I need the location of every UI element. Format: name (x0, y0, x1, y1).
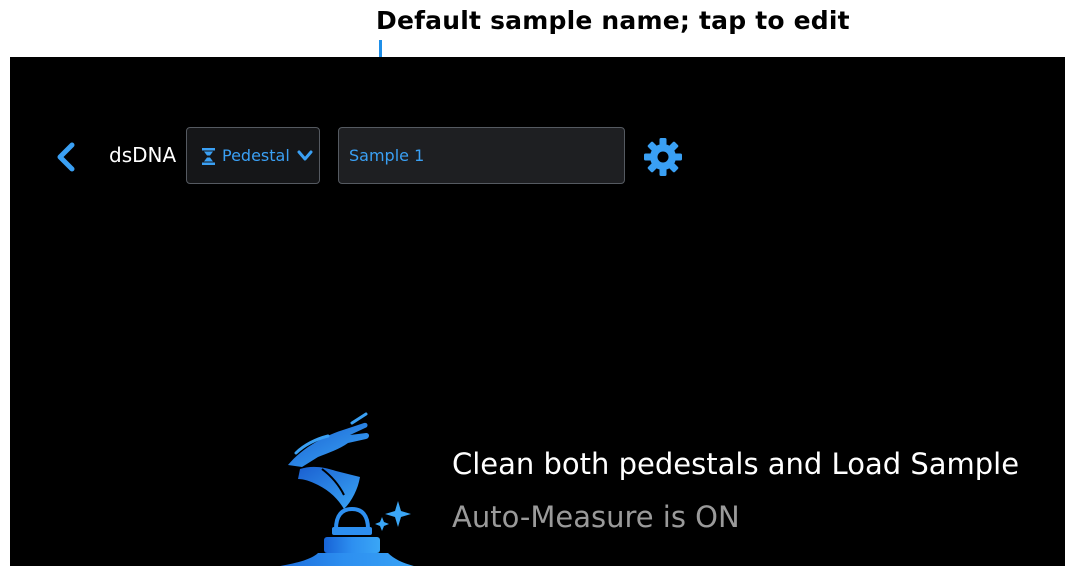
callout-label: Default sample name; tap to edit (376, 6, 850, 35)
sample-name-value: Sample 1 (349, 146, 425, 165)
assay-name: dsDNA (109, 143, 177, 167)
chevron-down-icon (297, 150, 313, 161)
pedestal-mode-select[interactable]: Pedestal (186, 127, 320, 184)
instrument-screen: dsDNA Pedestal Sample 1 Clean both pedes… (10, 57, 1065, 566)
pedestal-icon (202, 148, 215, 165)
gear-icon[interactable] (643, 137, 683, 177)
instruction-message: Clean both pedestals and Load Sample (452, 447, 1020, 481)
page: Default sample name; tap to edit dsDNA P… (0, 0, 1065, 566)
chevron-left-icon[interactable] (54, 141, 78, 173)
clean-pedestal-illustration (280, 412, 414, 566)
auto-measure-status: Auto-Measure is ON (452, 500, 740, 534)
pedestal-select-value: Pedestal (222, 146, 290, 165)
sample-name-field[interactable]: Sample 1 (338, 127, 625, 184)
